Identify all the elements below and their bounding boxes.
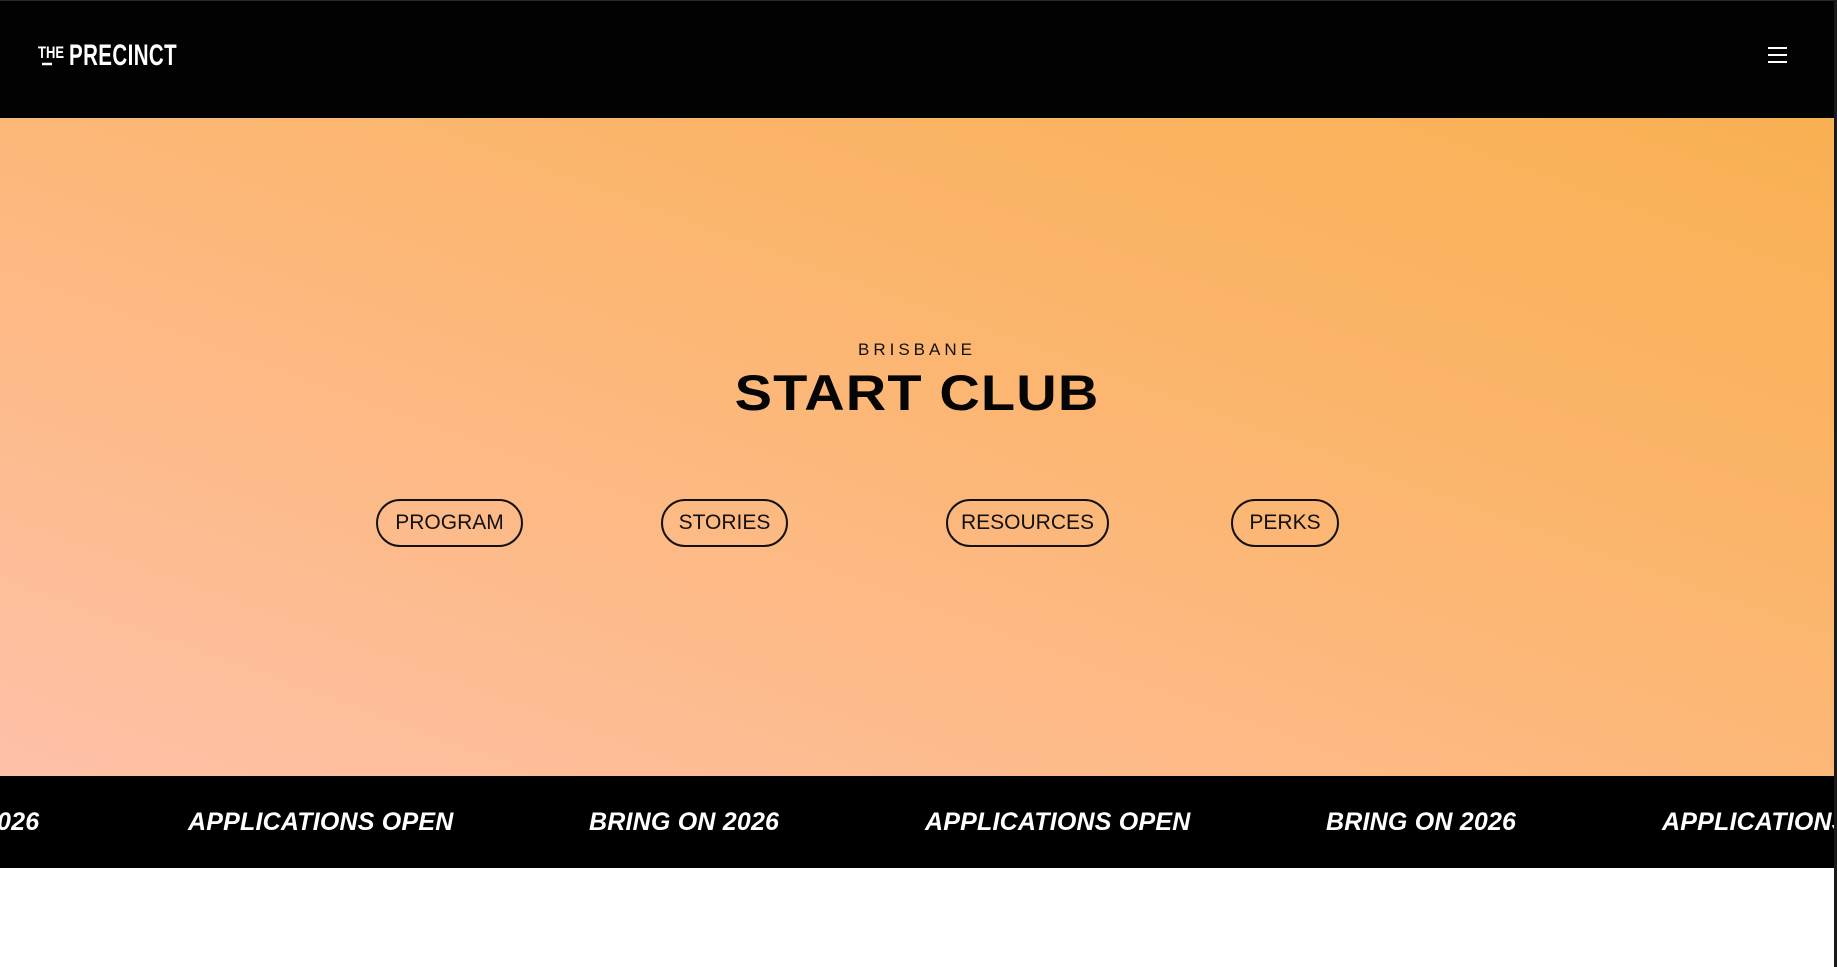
site-header: THE PRECINCT — [0, 0, 1834, 118]
site-logo[interactable]: THE PRECINCT — [38, 38, 201, 75]
ticker-item: BRING ON 2026 — [589, 808, 780, 836]
nav-perks-button[interactable]: PERKS — [1231, 499, 1339, 547]
brand-title: START CLUB — [734, 365, 1100, 421]
menu-line — [1768, 47, 1787, 49]
ticker-item: APPLICATIONS — [1662, 808, 1834, 836]
city-label: BRISBANE — [858, 340, 976, 359]
ticker-item: 026 — [0, 808, 40, 836]
menu-line — [1768, 54, 1787, 56]
hamburger-menu-icon[interactable] — [1767, 47, 1789, 63]
content-area — [0, 868, 1834, 967]
menu-line — [1768, 61, 1787, 63]
page: THE PRECINCT BRISBANE START CLUB PROGRAM… — [0, 0, 1837, 967]
ticker-item: BRING ON 2026 — [1326, 808, 1517, 836]
announcement-ticker: 026 APPLICATIONS OPEN BRING ON 2026 APPL… — [0, 776, 1834, 868]
ticker-item: APPLICATIONS OPEN — [925, 808, 1191, 836]
nav-resources-button[interactable]: RESOURCES — [946, 499, 1109, 547]
nav-program-button[interactable]: PROGRAM — [376, 499, 523, 547]
logo-main-text: PRECINCT — [69, 38, 178, 73]
ticker-item: APPLICATIONS OPEN — [188, 808, 454, 836]
nav-stories-button[interactable]: STORIES — [661, 499, 788, 547]
hero-section: BRISBANE START CLUB PROGRAM STORIES RESO… — [0, 118, 1834, 776]
logo-the-text: THE — [38, 42, 64, 66]
